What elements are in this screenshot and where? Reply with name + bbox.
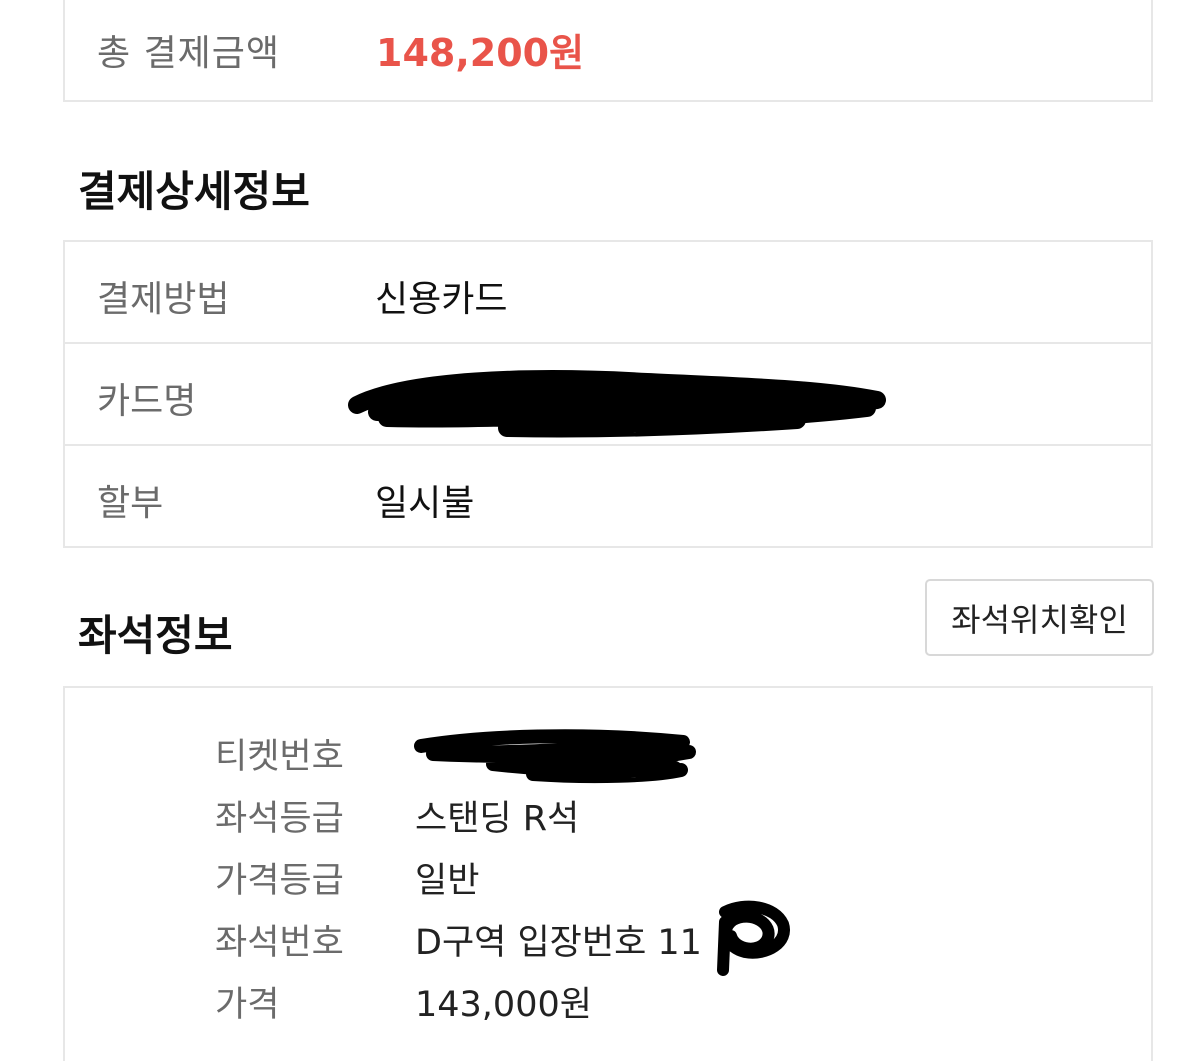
ticket-payment-details: 총 결제금액 148,200원 결제상세정보 결제방법 신용카드 카드명 할부 … xyxy=(0,0,1200,1061)
total-amount-label: 총 결제금액 xyxy=(97,33,281,74)
seat-number-value: D구역 입장번호 11 xyxy=(415,923,702,963)
card-name-redaction-scribble xyxy=(348,370,886,438)
seat-location-button[interactable]: 좌석위치확인 xyxy=(925,579,1154,656)
ticket-number-redaction-scribble xyxy=(414,729,696,784)
seat-row-ticket-number: 티켓번호 xyxy=(65,728,1151,790)
payment-row-installment: 할부 일시불 xyxy=(65,446,1151,548)
seat-row-seat-grade: 좌석등급 스탠딩 R석 xyxy=(65,790,1151,852)
payment-row-card: 카드명 xyxy=(65,344,1151,446)
seat-number-redaction-scribble xyxy=(717,900,790,976)
payment-method-value: 신용카드 xyxy=(375,279,508,320)
payment-row-method: 결제방법 신용카드 xyxy=(65,242,1151,344)
seat-row-price: 가격 143,000원 xyxy=(65,976,1151,1038)
price-value: 143,000원 xyxy=(415,985,592,1025)
seat-grade-label: 좌석등급 xyxy=(215,799,344,839)
seat-info-table: 티켓번호 좌석등급 스탠딩 R석 가격등급 일반 좌석번호 D구역 입장번호 1… xyxy=(63,686,1153,1061)
total-amount-box: 총 결제금액 148,200원 xyxy=(63,0,1153,102)
payment-details-title: 결제상세정보 xyxy=(78,167,310,216)
seat-row-price-grade: 가격등급 일반 xyxy=(65,852,1151,914)
payment-details-table: 결제방법 신용카드 카드명 할부 일시불 xyxy=(63,240,1153,548)
price-grade-label: 가격등급 xyxy=(215,861,344,901)
price-label: 가격 xyxy=(215,985,280,1025)
card-name-label: 카드명 xyxy=(97,381,197,422)
payment-method-label: 결제방법 xyxy=(97,279,230,320)
installment-label: 할부 xyxy=(97,483,164,524)
price-grade-value: 일반 xyxy=(415,861,480,901)
ticket-number-label: 티켓번호 xyxy=(215,737,344,777)
total-amount-value: 148,200원 xyxy=(376,31,585,75)
installment-value: 일시불 xyxy=(375,483,475,524)
seat-row-seat-number: 좌석번호 D구역 입장번호 11 xyxy=(65,900,1151,976)
seat-number-label: 좌석번호 xyxy=(215,923,344,963)
seat-grade-value: 스탠딩 R석 xyxy=(415,799,580,839)
seat-info-title: 좌석정보 xyxy=(78,611,233,660)
